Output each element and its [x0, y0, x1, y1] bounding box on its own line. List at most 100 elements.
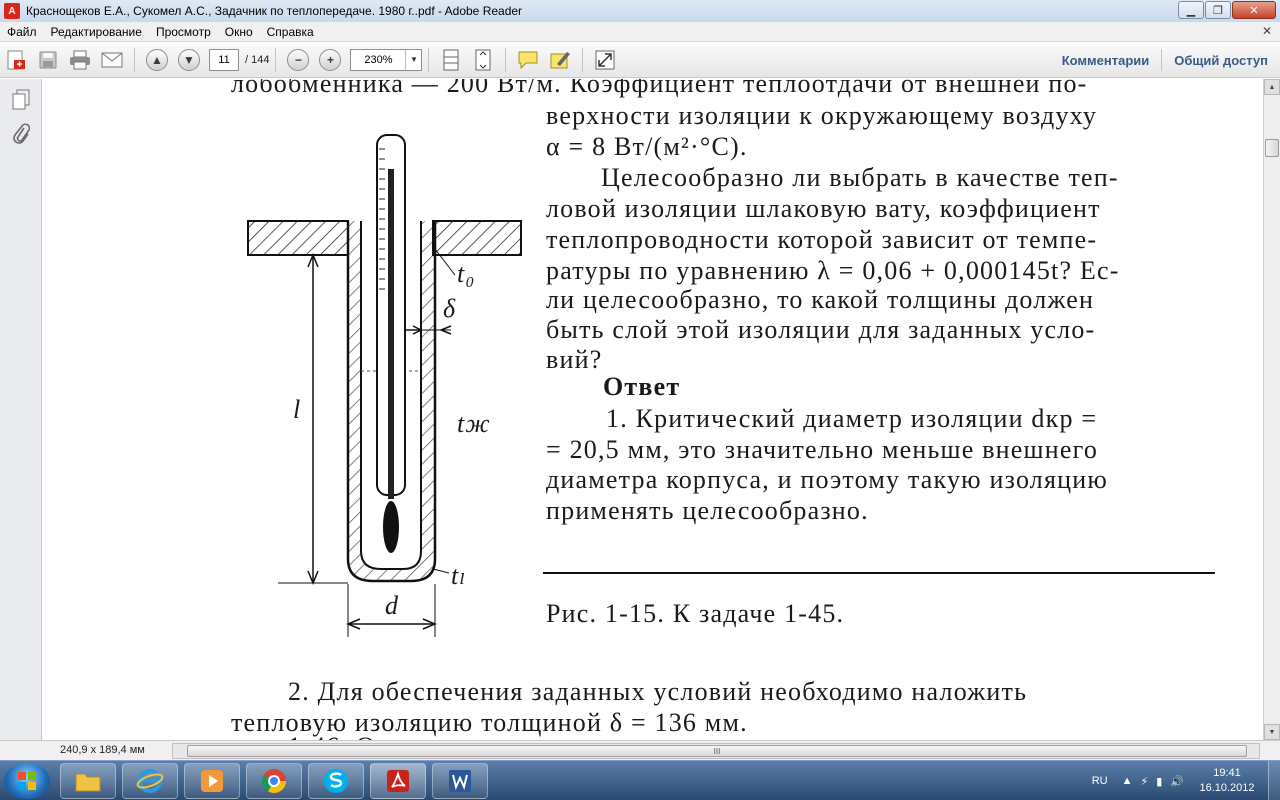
toolbar-right-links: Комментарии Общий доступ [1050, 42, 1280, 78]
thermometer-capillary [388, 169, 394, 499]
menu-window[interactable]: Окно [218, 25, 260, 39]
text-line: применять целесообразно. [546, 496, 869, 525]
menu-view[interactable]: Просмотр [149, 25, 218, 39]
close-button[interactable]: ✕ [1232, 1, 1276, 19]
adobe-reader-window: A Краснощеков Е.А., Сукомел А.С., Задачн… [0, 0, 1280, 800]
taskbar-skype[interactable] [308, 763, 364, 799]
horizontal-scroll-thumb[interactable]: III [187, 745, 1247, 757]
language-indicator[interactable]: RU [1092, 775, 1108, 787]
text-line: ли целесообразно, то какой толщины долже… [546, 285, 1095, 314]
save-button[interactable] [34, 46, 62, 74]
adobe-reader-icon: A [4, 3, 20, 19]
network-icon[interactable]: ▮ [1156, 775, 1162, 788]
show-hidden-icons-icon[interactable]: ▲ [1122, 775, 1133, 787]
document-close-icon[interactable]: ✕ [1262, 24, 1272, 38]
text-line: ловой изоляции шлаковую вату, коэффициен… [546, 194, 1101, 223]
show-desktop-button[interactable] [1268, 761, 1280, 800]
taskbar: RU ▲ ⚡ ▮ 🔊 19:41 16.10.2012 [0, 760, 1280, 800]
answer-heading: Ответ [603, 372, 681, 401]
page-size-readout: 240,9 x 189,4 мм [60, 744, 145, 756]
thermometer-bulb [383, 501, 399, 553]
email-button[interactable] [98, 46, 126, 74]
create-pdf-icon [7, 50, 25, 69]
next-page-button[interactable]: ▼ [175, 46, 203, 74]
highlight-button[interactable] [546, 46, 574, 74]
attachments-button[interactable] [8, 121, 34, 147]
menu-file[interactable]: Файл [0, 25, 44, 39]
taskbar-media-player[interactable] [184, 763, 240, 799]
text-line: = 20,5 мм, это значительно меньше внешне… [546, 435, 1099, 464]
zoom-out-button[interactable]: − [284, 46, 312, 74]
taskbar-chrome[interactable] [246, 763, 302, 799]
minus-icon: − [287, 48, 310, 71]
taskbar-internet-explorer[interactable] [122, 763, 178, 799]
chevron-down-icon[interactable]: ▼ [405, 49, 421, 70]
volume-icon[interactable]: 🔊 [1170, 775, 1184, 788]
menu-bar: Файл Редактирование Просмотр Окно Справк… [0, 22, 1280, 42]
figure-label-d: d [385, 591, 400, 620]
zoom-in-button[interactable]: + [316, 46, 344, 74]
text-line: теплопроводности которой зависит от темп… [546, 225, 1098, 254]
skype-icon [324, 769, 348, 793]
comment-button[interactable] [514, 46, 542, 74]
taskbar-explorer[interactable] [60, 763, 116, 799]
scroll-down-icon[interactable]: ▼ [1264, 724, 1280, 740]
text-line: вий? [546, 345, 603, 374]
flange-right [432, 220, 522, 256]
page-thumbnails-button[interactable] [8, 87, 34, 113]
page-number-input[interactable]: 11 [209, 48, 239, 71]
figure-label-delta: δ [443, 294, 457, 323]
word-icon [449, 770, 471, 792]
clock[interactable]: 19:41 16.10.2012 [1192, 766, 1262, 796]
page-total: / 144 [245, 53, 270, 66]
arrow-down-icon: ▼ [178, 48, 200, 71]
printer-icon [70, 50, 90, 69]
vertical-scroll-thumb[interactable] [1265, 139, 1279, 157]
arrow-up-icon: ▲ [146, 48, 168, 71]
figure-label-t0: t₀ [457, 259, 476, 288]
chrome-icon [261, 769, 286, 794]
horizontal-scrollbar[interactable]: III [172, 743, 1260, 759]
clock-time: 19:41 [1213, 767, 1241, 779]
maximize-button[interactable]: ❐ [1205, 1, 1231, 19]
minimize-button[interactable]: ▁ [1178, 1, 1204, 19]
plus-icon: + [319, 48, 342, 71]
scroll-up-icon[interactable]: ▲ [1264, 79, 1280, 95]
toolbar-separator [428, 47, 430, 72]
taskbar-adobe-reader[interactable] [370, 763, 426, 799]
zoom-value: 230% [364, 53, 393, 66]
figure-label-tl: tₗ [451, 561, 467, 590]
media-player-icon [201, 770, 223, 792]
full-screen-button[interactable] [591, 46, 619, 74]
system-tray: RU ▲ ⚡ ▮ 🔊 19:41 16.10.2012 [1092, 761, 1280, 800]
toolbar-separator [582, 47, 584, 72]
text-line: α = 8 Вт/(м²·°С). [546, 132, 748, 161]
save-icon [39, 51, 57, 68]
text-line: быть слой этой изоляции для заданных усл… [546, 315, 1096, 344]
title-bar: A Краснощеков Е.А., Сукомел А.С., Задачн… [0, 0, 1280, 22]
scroll-mode-button[interactable] [437, 46, 465, 74]
internet-explorer-icon [136, 769, 164, 793]
vertical-scrollbar[interactable]: ▲ ▼ [1263, 79, 1280, 740]
start-button[interactable] [4, 763, 50, 799]
zoom-select[interactable]: 230% ▼ [350, 48, 423, 71]
create-pdf-button[interactable] [2, 46, 30, 74]
print-button[interactable] [66, 46, 94, 74]
text-line: ратуры по уравнению λ = 0,06 + 0,000145t… [546, 256, 1120, 285]
menu-help[interactable]: Справка [260, 25, 321, 39]
windows-logo-icon [18, 772, 36, 790]
comments-pane-button[interactable]: Комментарии [1050, 53, 1162, 68]
menu-edit[interactable]: Редактирование [44, 25, 149, 39]
taskbar-word[interactable] [432, 763, 488, 799]
page-scroll-icon [443, 49, 459, 70]
document-viewport[interactable]: t₀ δ l tж tₗ d лобобменника — 200 Вт/м. … [43, 79, 1263, 740]
power-icon[interactable]: ⚡ [1141, 775, 1149, 788]
pages-icon [12, 89, 29, 110]
text-line: 2. Для обеспечения заданных условий необ… [288, 677, 1028, 706]
expand-icon [595, 50, 615, 69]
figure-caption: Рис. 1-15. К задаче 1-45. [546, 599, 845, 628]
text-line: диаметра корпуса, и поэтому такую изоляц… [546, 465, 1108, 494]
fit-page-button[interactable] [469, 46, 497, 74]
previous-page-button[interactable]: ▲ [143, 46, 171, 74]
share-pane-button[interactable]: Общий доступ [1162, 53, 1280, 68]
